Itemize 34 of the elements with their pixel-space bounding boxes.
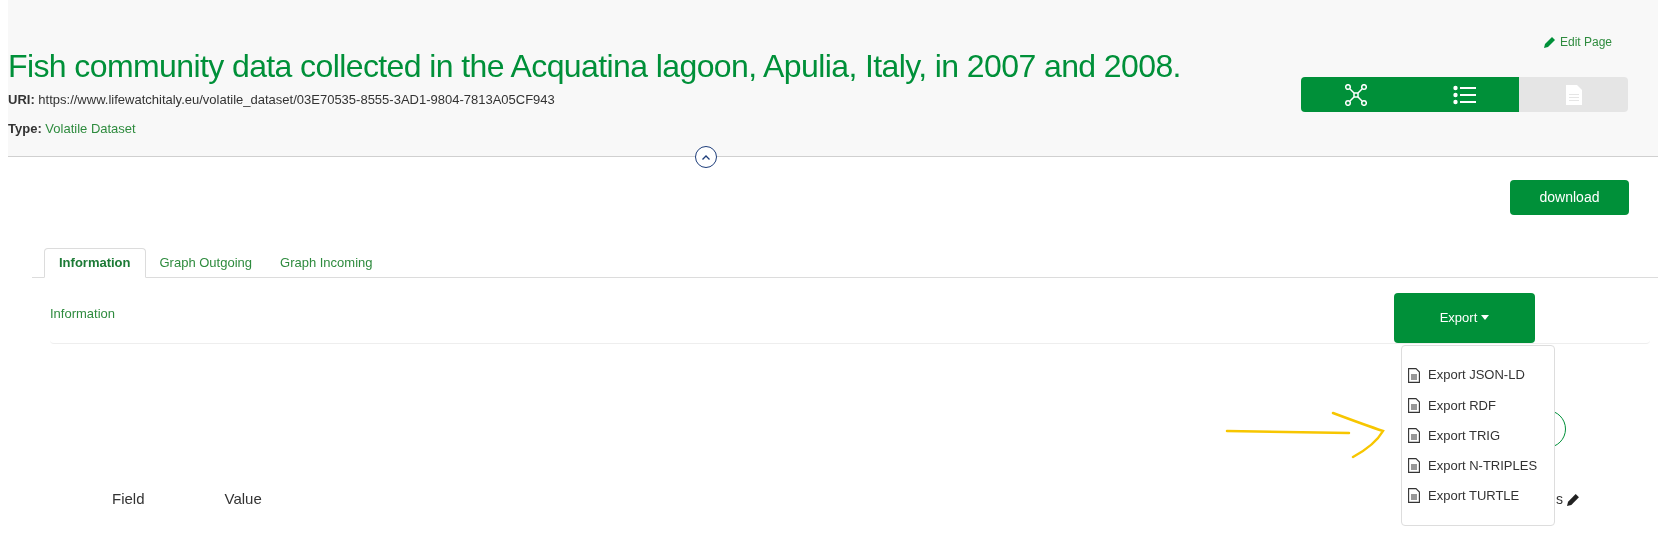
page-title: Fish community data collected in the Acquatina lagoon, Apulia, Italy, in 2007 and 2008. — [8, 47, 1182, 86]
file-icon — [1408, 458, 1420, 474]
export-menu-item[interactable]: Export TRIG — [1402, 420, 1554, 451]
type-line: Type: Volatile Dataset — [8, 119, 137, 138]
export-menu-item[interactable]: Export N-TRIPLES — [1402, 450, 1554, 481]
tab[interactable]: Graph Incoming — [266, 248, 387, 278]
field-label: s — [1556, 489, 1563, 509]
network-icon — [1344, 83, 1367, 106]
document-icon — [1565, 84, 1582, 105]
edit-page-link[interactable]: Edit Page — [1543, 33, 1612, 51]
chevron-up-icon — [702, 154, 710, 160]
column-header: Field — [112, 489, 145, 509]
uri-line: URI: https://www.lifewatchitaly.eu/volatile_dataset/03E70535-8555-3AD1-9804-7813A05CF943 — [8, 91, 556, 109]
list-icon — [1452, 84, 1477, 105]
download-button[interactable]: download — [1510, 180, 1629, 215]
file-icon — [1408, 428, 1420, 443]
pencil-icon — [1543, 36, 1556, 48]
file-icon — [1408, 488, 1420, 504]
tab[interactable]: Information — [44, 248, 146, 278]
export-menu-item[interactable]: Export JSON-LD — [1402, 360, 1554, 391]
export-menu-item[interactable]: Export RDF — [1402, 390, 1554, 421]
export-button[interactable]: Export — [1394, 292, 1535, 343]
column-header: Value — [224, 489, 262, 509]
file-icon — [1408, 397, 1420, 413]
file-icon — [1408, 367, 1420, 383]
view-toggle-button[interactable] — [1410, 77, 1519, 112]
caret-down-icon — [1481, 315, 1490, 320]
export-menu-item[interactable]: Export TURTLE — [1402, 480, 1554, 511]
view-toggle-button[interactable] — [1301, 77, 1410, 112]
section-title: Information — [50, 304, 116, 323]
view-toggle-button[interactable] — [1519, 77, 1628, 112]
collapse-button[interactable] — [695, 146, 717, 168]
tab[interactable]: Graph Outgoing — [145, 248, 266, 278]
pencil-icon[interactable] — [1567, 492, 1580, 506]
